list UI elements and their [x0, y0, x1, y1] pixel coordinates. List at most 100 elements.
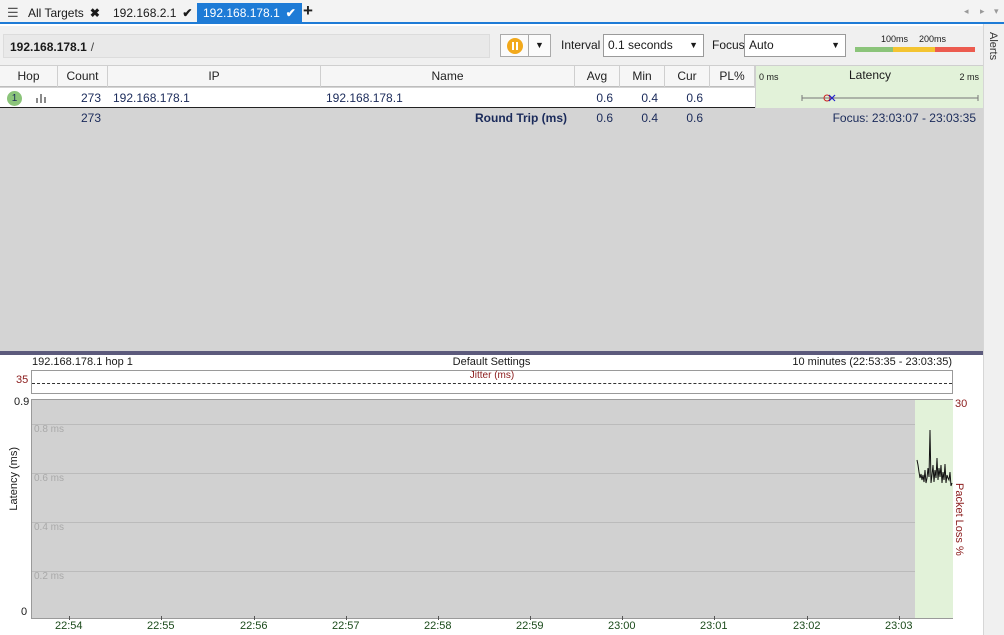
header-min[interactable]: Min — [620, 66, 665, 87]
tab-all-targets[interactable]: All Targets ✖ — [22, 3, 106, 24]
scale-good-bar — [855, 47, 893, 52]
latency-color-scale: 100ms 200ms — [855, 34, 975, 54]
gridline — [32, 424, 915, 425]
y-max-label: 0.9 — [14, 396, 30, 408]
cell-ip: 192.168.178.1 — [113, 91, 190, 105]
x-tick: 22:59 — [516, 616, 544, 632]
y-axis-label: Latency (ms) — [8, 447, 20, 511]
cell-cur: 0.6 — [686, 91, 703, 105]
x-tick: 22:56 — [240, 616, 268, 632]
scale-bad-bar — [935, 47, 975, 52]
close-icon[interactable]: ✖ — [90, 3, 100, 24]
x-tick: 22:55 — [147, 616, 175, 632]
x-tick: 22:58 — [424, 616, 452, 632]
gridline — [32, 571, 915, 572]
tab-192-168-2-1[interactable]: 192.168.2.1 ✔ — [107, 3, 198, 24]
breadcrumb[interactable]: 192.168.178.1/ — [3, 34, 490, 58]
pause-dropdown-button[interactable]: ▼ — [529, 34, 551, 57]
cell-count: 273 — [80, 91, 101, 105]
focus-value: Auto — [749, 38, 774, 52]
x-tick: 22:54 — [55, 616, 83, 632]
scale-200-label: 200ms — [919, 34, 947, 44]
jitter-graph: Jitter (ms) — [31, 370, 953, 394]
breadcrumb-target: 192.168.178.1 — [10, 40, 87, 54]
gridline — [32, 522, 915, 523]
header-latency[interactable]: Latency — [756, 68, 984, 82]
latency-range-graphic — [801, 94, 979, 102]
summary-avg: 0.6 — [596, 111, 613, 125]
x-tick: 23:03 — [885, 616, 913, 632]
graph-time-range[interactable]: 10 minutes (22:53:35 - 23:03:35) — [700, 355, 952, 369]
interval-select[interactable]: 0.1 seconds ▼ — [603, 34, 704, 57]
menu-icon[interactable]: ☰ — [7, 5, 19, 21]
focus-label: Focus — [712, 38, 745, 52]
header-hop[interactable]: Hop — [0, 66, 58, 87]
tab-label: 192.168.178.1 — [203, 6, 280, 20]
cell-min: 0.4 — [641, 91, 658, 105]
header-name[interactable]: Name — [321, 66, 575, 87]
cell-pl — [710, 88, 748, 108]
check-icon: ✔ — [285, 6, 296, 20]
chevron-down-icon: ▼ — [689, 40, 698, 50]
jitter-max-label: 35 — [16, 374, 29, 386]
jitter-line — [32, 383, 952, 384]
x-tick: 23:00 — [608, 616, 636, 632]
gridline-label: 0.8 ms — [34, 424, 65, 435]
summary-cur: 0.6 — [686, 111, 703, 125]
scale-100-label: 100ms — [881, 34, 909, 44]
latency-plot[interactable]: 0.8 ms 0.6 ms 0.4 ms 0.2 ms — [31, 399, 953, 619]
y2-axis-label: Packet Loss % — [953, 483, 965, 556]
chevron-down-icon: ▼ — [831, 40, 840, 50]
interval-value: 0.1 seconds — [608, 38, 673, 52]
packet-loss-max-label: 30 — [955, 398, 968, 410]
x-tick: 22:57 — [332, 616, 360, 632]
tab-label: 192.168.2.1 — [113, 6, 177, 20]
latency-max-label: 2 ms — [959, 72, 979, 82]
scroll-right-icon[interactable]: ▸ — [980, 6, 985, 17]
bar-chart-icon[interactable] — [36, 94, 47, 103]
summary-row: 273 Round Trip (ms) 0.6 0.4 0.6 — [0, 108, 755, 128]
scale-warn-bar — [893, 47, 935, 52]
cell-name: 192.168.178.1 — [326, 91, 403, 105]
toolbar: 192.168.178.1/ ▼ Interval 0.1 seconds ▼ F… — [0, 26, 983, 66]
pause-icon — [507, 38, 523, 54]
focus-select[interactable]: Auto ▼ — [744, 34, 846, 57]
tab-label: All Targets — [28, 6, 84, 20]
header-count[interactable]: Count — [58, 66, 108, 87]
add-tab-icon[interactable]: + — [303, 1, 313, 21]
alerts-label: Alerts — [987, 32, 999, 61]
x-tick: 23:02 — [793, 616, 821, 632]
summary-count: 273 — [80, 111, 101, 125]
tab-list-icon[interactable]: ▾ — [994, 6, 999, 17]
scroll-left-icon[interactable]: ◂ — [964, 6, 969, 17]
latency-trace — [916, 429, 953, 487]
header-cur[interactable]: Cur — [665, 66, 710, 87]
trace-grid: Hop Count IP Name Avg Min Cur PL% Latenc… — [0, 66, 983, 351]
header-avg[interactable]: Avg — [575, 66, 620, 87]
cell-avg: 0.6 — [596, 91, 613, 105]
table-row[interactable]: 1 273 192.168.178.1 192.168.178.1 0.6 0.… — [0, 88, 755, 108]
latency-min-label: 0 ms — [759, 72, 779, 82]
check-icon: ✔ — [182, 6, 193, 20]
gridline-label: 0.6 ms — [34, 473, 65, 484]
focus-range-label: Focus: 23:03:07 - 23:03:35 — [832, 111, 976, 125]
y-min-label: 0 — [21, 606, 28, 618]
summary-label: Round Trip (ms) — [475, 111, 567, 125]
gridline — [32, 473, 915, 474]
gridline-label: 0.2 ms — [34, 571, 65, 582]
pause-button[interactable] — [500, 34, 529, 57]
chevron-down-icon: ▼ — [535, 40, 544, 50]
breadcrumb-separator: / — [90, 40, 95, 54]
header-ip[interactable]: IP — [108, 66, 321, 87]
gridline-label: 0.4 ms — [34, 522, 65, 533]
timeline-graph-panel: 192.168.178.1 hop 1 Default Settings 10 … — [0, 355, 983, 635]
x-tick: 23:01 — [700, 616, 728, 632]
interval-label: Interval — [561, 38, 601, 52]
tab-strip: ☰ All Targets ✖ 192.168.2.1 ✔ 192.168.178.… — [0, 0, 1004, 24]
summary-min: 0.4 — [641, 111, 658, 125]
jitter-label: Jitter (ms) — [469, 370, 515, 381]
alerts-panel-tab[interactable]: Alerts — [983, 24, 1004, 635]
header-pl[interactable]: PL% — [710, 66, 755, 87]
hop-number-badge: 1 — [7, 91, 22, 106]
tab-192-168-178-1[interactable]: 192.168.178.1 ✔ — [197, 3, 302, 24]
